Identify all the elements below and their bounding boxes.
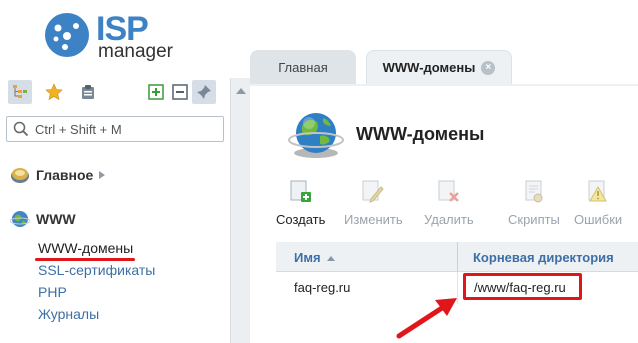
edit-icon [360, 178, 386, 206]
sidebar-group-main[interactable]: Главное [10, 166, 106, 184]
sort-ascending-icon [326, 256, 335, 262]
sidebar: Главное WWW WWW-домены SSL-сертификаты P… [0, 70, 230, 343]
edit-button-label: Изменить [344, 212, 403, 227]
sidebar-group-www[interactable]: WWW [10, 209, 76, 229]
sidebar-item-logs[interactable]: Журналы [38, 306, 99, 322]
close-tab-icon[interactable]: × [481, 60, 496, 75]
search-box [6, 116, 224, 142]
column-header-name-label: Имя [294, 250, 321, 265]
column-header-name[interactable]: Имя [294, 250, 335, 265]
red-highlight-annotation [463, 273, 582, 300]
page-globe-icon [288, 113, 344, 158]
tab-main[interactable]: Главная [250, 50, 356, 84]
clipboard-icon[interactable] [76, 80, 100, 104]
ispmanager-logo[interactable]: ISP manager [44, 10, 184, 62]
logo-icon [45, 13, 89, 57]
sidebar-item-php[interactable]: PHP [38, 284, 67, 300]
globe-icon [10, 211, 30, 227]
column-divider[interactable] [457, 242, 458, 272]
create-button-label: Создать [276, 212, 326, 227]
tab-bar: Главная WWW-домены × [250, 40, 638, 84]
page-title: WWW-домены [356, 124, 485, 144]
delete-icon [436, 178, 462, 206]
edit-button[interactable]: Изменить [344, 178, 403, 227]
sidebar-group-main-label: Главное [36, 167, 94, 183]
main-group-icon [11, 168, 29, 183]
column-header-root-dir[interactable]: Корневая директория [473, 250, 614, 265]
logo-product: manager [98, 41, 173, 62]
warning-icon [585, 178, 611, 206]
sidebar-item-ssl-certificates[interactable]: SSL-сертификаты [38, 262, 155, 278]
errors-button[interactable]: Ошибки [574, 178, 622, 227]
collapse-arrow-icon[interactable] [236, 88, 246, 94]
search-icon [13, 121, 29, 137]
create-button[interactable]: Создать [276, 178, 325, 227]
tab-www-domains-label: WWW-домены [382, 60, 476, 75]
scripts-button[interactable]: Скрипты [508, 178, 560, 227]
sidebar-splitter[interactable] [230, 78, 250, 343]
scripts-icon [521, 178, 547, 206]
tab-www-domains[interactable]: WWW-домены × [366, 50, 512, 84]
tab-main-label: Главная [278, 59, 328, 75]
pin-icon[interactable] [192, 80, 216, 104]
favorites-star-icon[interactable] [42, 80, 66, 104]
red-arrow-annotation [396, 298, 457, 339]
tree-view-icon[interactable] [8, 80, 32, 104]
sidebar-item-www-domains[interactable]: WWW-домены [38, 240, 133, 256]
sidebar-toolbar [0, 78, 230, 106]
action-toolbar: Создать Изменить Удалить Скрипты Ошибки [276, 178, 638, 234]
sidebar-group-www-label: WWW [36, 211, 76, 227]
scripts-button-label: Скрипты [508, 212, 560, 227]
red-underline-annotation [35, 258, 135, 261]
cell-domain-name: faq-reg.ru [294, 280, 351, 295]
create-icon [288, 178, 314, 206]
table-header: Имя Корневая директория [276, 242, 638, 272]
delete-button[interactable]: Удалить [424, 178, 474, 227]
expand-plus-icon[interactable] [144, 80, 168, 104]
collapse-minus-icon[interactable] [168, 80, 192, 104]
chevron-right-icon [99, 171, 106, 179]
search-input[interactable] [35, 120, 215, 138]
errors-button-label: Ошибки [574, 212, 623, 227]
delete-button-label: Удалить [424, 212, 474, 227]
app-root: ISP manager Ctrl + Shift + M Главное WWW… [0, 0, 638, 343]
